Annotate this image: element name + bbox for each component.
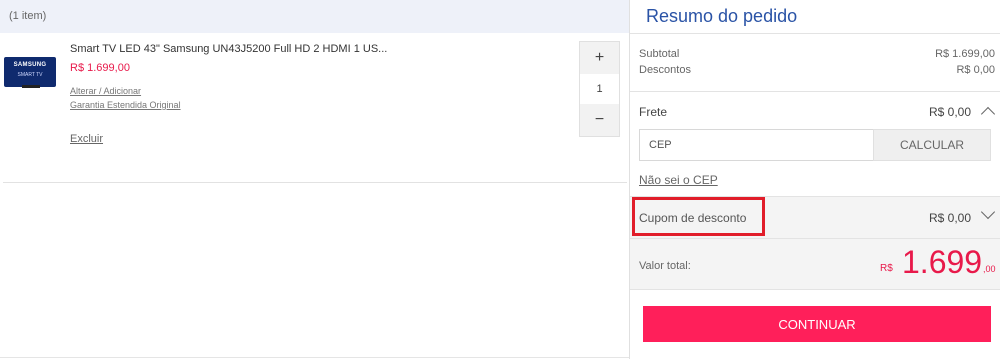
shipping-section: Frete R$ 0,00 CALCULAR Não sei o CEP (630, 91, 1000, 196)
remove-item-link[interactable]: Excluir (70, 133, 103, 145)
total-currency: R$ (880, 263, 893, 274)
thumbnail-brand: SAMSUNG (13, 62, 47, 68)
increase-quantity-button[interactable]: + (580, 42, 619, 74)
total-section: Valor total: R$ 1.699 ,00 (630, 238, 1000, 289)
cep-help-link[interactable]: Não sei o CEP (639, 173, 718, 187)
summary-title: Resumo do pedido (646, 6, 798, 26)
subtotal-label: Subtotal (639, 48, 680, 60)
coupon-section[interactable]: Cupom de desconto R$ 0,00 (630, 196, 1000, 238)
continue-button[interactable]: CONTINUAR (643, 306, 991, 342)
chevron-down-icon[interactable] (980, 204, 996, 220)
shipping-value: R$ 0,00 (928, 105, 971, 119)
tv-stand-icon (22, 85, 40, 88)
cep-input[interactable] (639, 129, 874, 161)
quantity-value[interactable]: 1 (580, 74, 619, 104)
chevron-up-icon[interactable] (980, 106, 996, 122)
cart-panel: (1 item) SAMSUNG SMART TV Smart TV LED 4… (0, 0, 629, 359)
continue-section: CONTINUAR (630, 289, 1000, 359)
total-amount: 1.699 (902, 244, 983, 280)
decrease-quantity-button[interactable]: − (580, 104, 619, 136)
cart-header: (1 item) (0, 0, 629, 33)
shipping-label: Frete (639, 105, 668, 119)
subtotal-value: R$ 1.699,00 (935, 48, 995, 60)
quantity-stepper: + 1 − (579, 41, 620, 137)
total-label: Valor total: (639, 260, 691, 272)
cart-bottom-divider (0, 357, 629, 358)
discount-label: Descontos (639, 64, 691, 76)
item-divider (3, 182, 627, 183)
total-cents: ,00 (983, 264, 996, 274)
cart-item-count: (1 item) (9, 10, 47, 22)
product-thumbnail[interactable]: SAMSUNG SMART TV (4, 57, 56, 87)
calculate-shipping-button[interactable]: CALCULAR (873, 129, 991, 161)
garantia-estendida-link[interactable]: Garantia Estendida Original (70, 100, 181, 110)
order-summary-panel: Resumo do pedido Subtotal R$ 1.699,00 De… (629, 0, 1000, 359)
coupon-value: R$ 0,00 (928, 211, 971, 225)
product-price: R$ 1.699,00 (70, 62, 130, 74)
coupon-label[interactable]: Cupom de desconto (639, 211, 746, 225)
product-title[interactable]: Smart TV LED 43" Samsung UN43J5200 Full … (70, 43, 387, 55)
discount-value: R$ 0,00 (956, 64, 995, 76)
thumbnail-subtitle: SMART TV (17, 72, 43, 78)
subtotal-section: Subtotal R$ 1.699,00 Descontos R$ 0,00 (630, 33, 1000, 91)
alterar-adicionar-link[interactable]: Alterar / Adicionar (70, 86, 141, 96)
